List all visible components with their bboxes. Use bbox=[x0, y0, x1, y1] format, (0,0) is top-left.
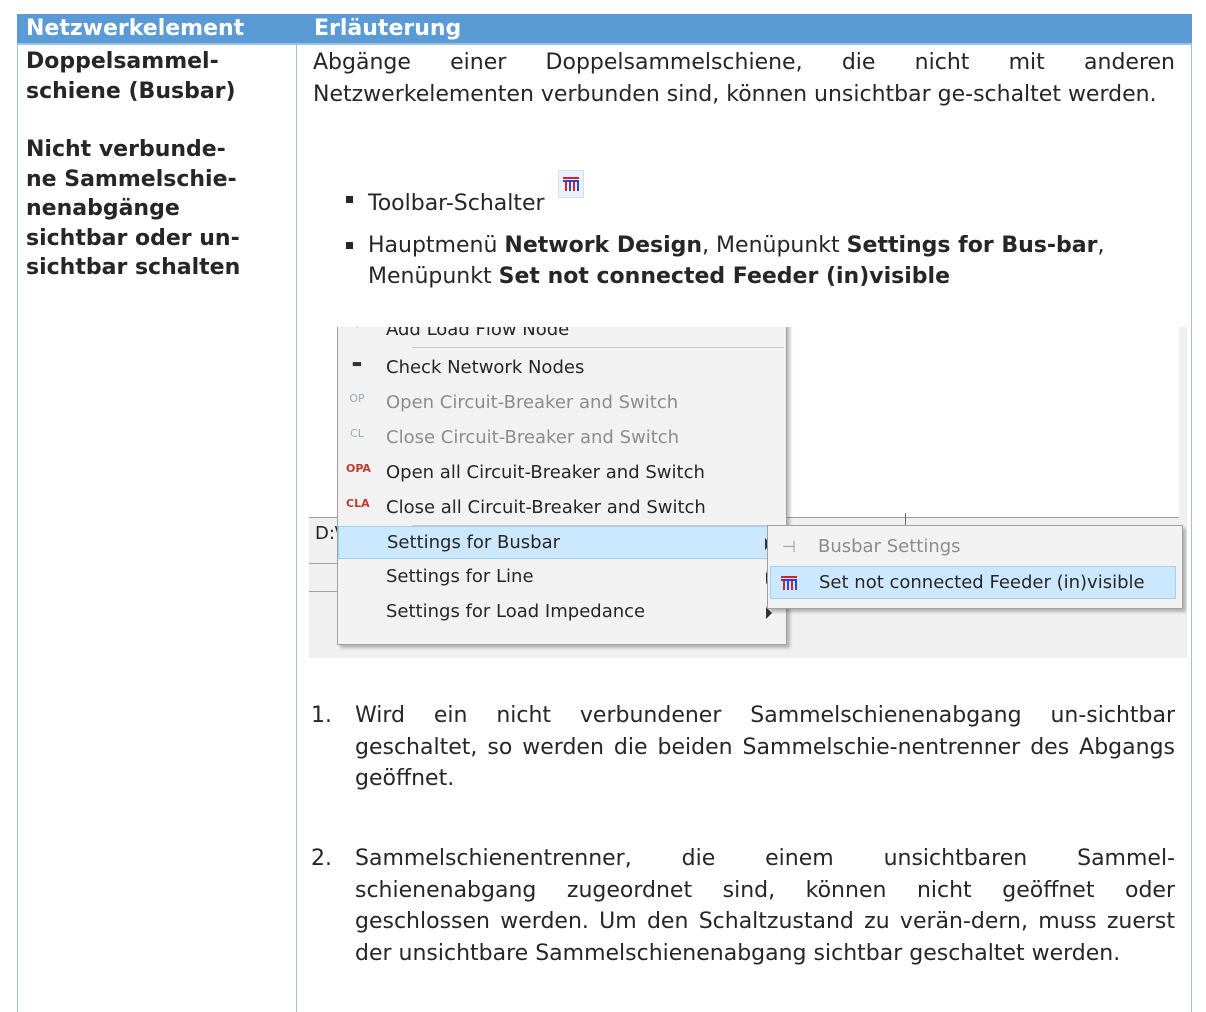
op-icon: OP bbox=[349, 392, 365, 405]
intro-paragraph: Abgänge einer Doppelsammelschiene, die n… bbox=[313, 50, 1175, 107]
menu-item-label: Open Circuit-Breaker and Switch bbox=[386, 392, 679, 413]
menu-item-open-cb[interactable]: OP Open Circuit-Breaker and Switch bbox=[338, 387, 784, 420]
list-number: 2. bbox=[311, 846, 332, 871]
menu-item-settings-busbar[interactable]: Settings for Busbar bbox=[338, 526, 784, 559]
menu-name: Network Design bbox=[504, 233, 703, 258]
bullet-toolbar: Toolbar-Schalter bbox=[346, 170, 584, 219]
menu-item-settings-load-impedance[interactable]: Settings for Load Impedance bbox=[338, 596, 784, 629]
load-flow-node-icon: ✦ bbox=[346, 327, 368, 341]
menu-screenshot: D:\ ✦ Add Load Flow Node ▬ Check Network… bbox=[309, 327, 1187, 658]
bullet-text: , Menüpunkt bbox=[702, 233, 847, 258]
menu-item-label: Close all Circuit-Breaker and Switch bbox=[386, 497, 706, 518]
bullet-marker bbox=[346, 242, 353, 249]
menu-item-close-all-cb[interactable]: CLA Close all Circuit-Breaker and Switch bbox=[338, 492, 784, 525]
menu-item-open-all-cb[interactable]: OPA Open all Circuit-Breaker and Switch bbox=[338, 457, 784, 490]
list-number: 1. bbox=[311, 703, 332, 728]
table-header: Netzwerkelement Erläuterung bbox=[17, 14, 1192, 43]
table-left-border bbox=[17, 43, 18, 1012]
menu-item-label: Close Circuit-Breaker and Switch bbox=[386, 427, 680, 448]
bullet-menu-path: Hauptmenü Network Design, Menüpunkt Sett… bbox=[346, 230, 1188, 292]
header-col-element: Netzwerkelement bbox=[26, 16, 245, 41]
check-nodes-icon: ▬ bbox=[351, 357, 363, 370]
element-name-line: Doppelsammel- bbox=[26, 49, 219, 74]
column-divider bbox=[296, 43, 297, 1012]
context-menu: ✦ Add Load Flow Node ▬ Check Network Nod… bbox=[337, 327, 787, 645]
submenu-item-busbar-settings[interactable]: ⊣ Busbar Settings bbox=[770, 531, 1176, 564]
submenu-item-label: Busbar Settings bbox=[818, 536, 961, 557]
bullet-text: Hauptmenü bbox=[368, 233, 505, 258]
opa-icon: OPA bbox=[346, 462, 371, 475]
busbar-icon bbox=[781, 576, 797, 590]
table-right-border bbox=[1191, 43, 1192, 1012]
element-name-line: schiene (Busbar) bbox=[26, 78, 236, 104]
submenu-item-set-feeder-invisible[interactable]: Set not connected Feeder (in)visible bbox=[770, 566, 1176, 599]
submenu-item-label: Set not connected Feeder (in)visible bbox=[819, 572, 1145, 593]
menu-item-label: Settings for Load Impedance bbox=[386, 601, 646, 622]
header-border bbox=[17, 43, 1192, 45]
menu-item-settings-line[interactable]: Settings for Line bbox=[338, 561, 784, 594]
menu-item-check-network-nodes[interactable]: ▬ Check Network Nodes bbox=[338, 352, 784, 385]
header-col-explanation: Erläuterung bbox=[314, 16, 462, 41]
element-function-line: ne Sammelschie- bbox=[26, 166, 237, 192]
bullet-text: Toolbar-Schalter bbox=[368, 191, 545, 216]
menu-item-label: Open all Circuit-Breaker and Switch bbox=[386, 462, 705, 483]
busbar-submenu: ⊣ Busbar Settings Set not connected Feed… bbox=[767, 525, 1183, 609]
cla-icon: CLA bbox=[346, 497, 370, 510]
bullet-marker bbox=[346, 196, 353, 203]
menu-item-label: Check Network Nodes bbox=[386, 357, 585, 378]
cl-icon: CL bbox=[350, 427, 364, 440]
menu-item-close-cb[interactable]: CL Close Circuit-Breaker and Switch bbox=[338, 422, 784, 455]
list-text: Sammelschienentrenner, die einem unsicht… bbox=[355, 846, 1175, 967]
list-item: 1. Wird ein nicht verbundener Sammelschi… bbox=[311, 700, 1175, 795]
element-cell: Doppelsammel- schiene (Busbar) Nicht ver… bbox=[26, 47, 281, 283]
menu-item-label: Add Load Flow Node bbox=[386, 327, 570, 340]
menu-name: Settings for Bus-bar bbox=[846, 233, 1098, 258]
element-function-line: sichtbar oder un- bbox=[26, 225, 240, 251]
menu-item-label: Settings for Line bbox=[386, 566, 534, 587]
menu-item-label: Settings for Busbar bbox=[387, 532, 561, 553]
element-function-line: nenabgänge bbox=[26, 196, 180, 221]
busbar-settings-icon: ⊣ bbox=[782, 537, 796, 556]
element-function-line: Nicht verbunde- bbox=[26, 137, 226, 162]
menu-name: Set not connected Feeder (in)visible bbox=[498, 264, 951, 289]
menu-item-add-load-flow-node[interactable]: ✦ Add Load Flow Node bbox=[338, 327, 784, 347]
busbar-toolbar-icon[interactable] bbox=[557, 170, 584, 198]
list-text: Wird ein nicht verbundener Sammelschiene… bbox=[355, 703, 1175, 792]
list-item: 2. Sammelschienentrenner, die einem unsi… bbox=[311, 843, 1175, 970]
element-function-line: sichtbar schalten bbox=[26, 255, 241, 280]
